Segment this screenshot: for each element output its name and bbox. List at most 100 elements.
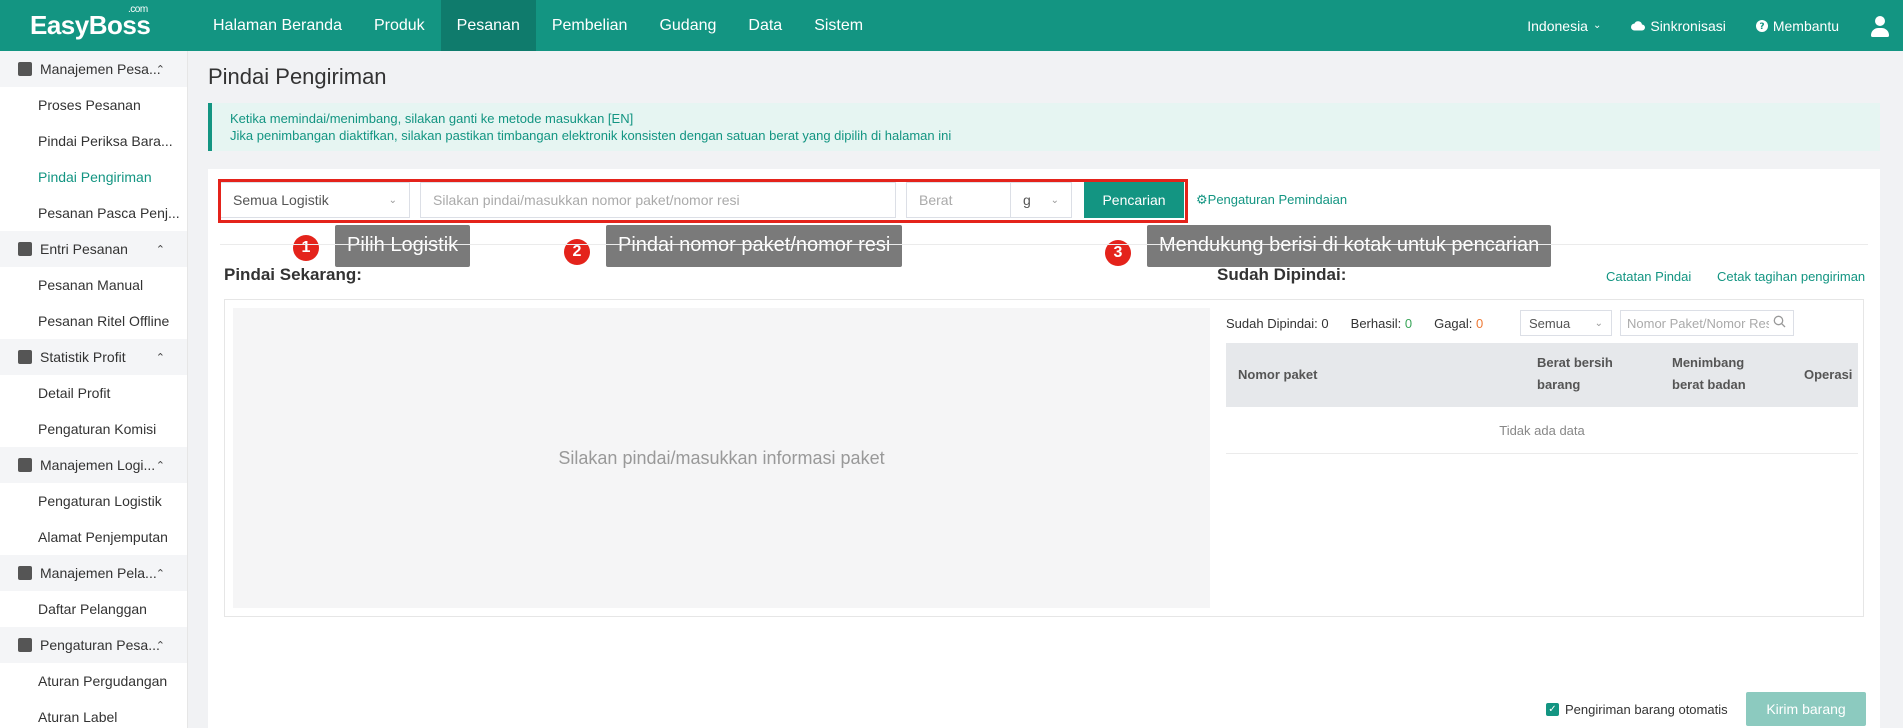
main-nav: Halaman Beranda Produk Pesanan Pembelian…: [197, 0, 879, 51]
sidebar-item-label-rules[interactable]: Aturan Label: [0, 699, 187, 728]
sidebar-item-manual-order[interactable]: Pesanan Manual: [0, 267, 187, 303]
scanned-table-header: Nomor paket Berat bersih barang Menimban…: [1226, 343, 1858, 407]
status-filter-select[interactable]: Semua ⌄: [1520, 310, 1612, 336]
notice-line-1: Ketika memindai/menimbang, silakan ganti…: [230, 111, 634, 126]
sync-label: Sinkronisasi: [1650, 17, 1726, 34]
callout-3: Mendukung berisi di kotak untuk pencaria…: [1147, 225, 1552, 267]
chevron-up-icon: ⌃: [155, 243, 165, 256]
sidebar-group-order-settings[interactable]: Pengaturan Pesa... ⌃: [0, 627, 187, 663]
cloud-icon: [1631, 21, 1646, 31]
chevron-up-icon: ⌃: [155, 351, 165, 364]
sidebar-item-logistics-settings[interactable]: Pengaturan Logistik: [0, 483, 187, 519]
nav-item-warehouse[interactable]: Gudang: [643, 0, 732, 51]
notice-line-2: Jika penimbangan diaktifkan, silakan pas…: [230, 128, 952, 143]
scan-settings-label: Pengaturan Pemindaian: [1207, 192, 1348, 207]
sidebar-item-warehouse-rules[interactable]: Aturan Pergudangan: [0, 663, 187, 699]
stat-success: Berhasil: 0: [1350, 316, 1413, 331]
language-label: Indonesia: [1527, 17, 1588, 34]
nav-item-purchase[interactable]: Pembelian: [536, 0, 644, 51]
sidebar-item-offline-retail[interactable]: Pesanan Ritel Offline: [0, 303, 187, 339]
nav-item-system[interactable]: Sistem: [798, 0, 879, 51]
svg-text:?: ?: [1759, 22, 1764, 32]
status-filter-value: Semua: [1529, 315, 1571, 331]
nav-item-orders[interactable]: Pesanan: [440, 0, 536, 51]
sidebar-group-label: Manajemen Pesa...: [40, 61, 161, 77]
nav-item-products[interactable]: Produk: [358, 0, 441, 51]
logistics-select[interactable]: Semua Logistik ⌄: [220, 182, 410, 218]
sidebar-item-pickup-address[interactable]: Alamat Penjemputan: [0, 519, 187, 555]
chevron-down-icon: ⌄: [1592, 20, 1602, 31]
weight-input[interactable]: [906, 182, 1010, 218]
sidebar-group-label: Manajemen Logi...: [40, 457, 156, 473]
scan-panel: Semua Logistik ⌄ g ⌄ Pencarian ⚙Pengatur…: [208, 169, 1880, 728]
chevron-up-icon: ⌃: [155, 63, 165, 76]
sidebar-group-label: Manajemen Pela...: [40, 565, 157, 581]
col-net-weight: Berat bersih barang: [1537, 355, 1613, 392]
scan-now-title: Pindai Sekarang:: [224, 265, 362, 284]
sidebar-group-customers[interactable]: Manajemen Pela... ⌃: [0, 555, 187, 591]
search-icon[interactable]: [1773, 315, 1786, 328]
weight-unit-select[interactable]: g ⌄: [1010, 182, 1072, 218]
sidebar: Manajemen Pesa... ⌃ Proses Pesanan Pinda…: [0, 51, 188, 728]
sidebar-item-process-orders[interactable]: Proses Pesanan: [0, 87, 187, 123]
search-button[interactable]: Pencarian: [1084, 182, 1184, 218]
settings-icon: [18, 638, 32, 652]
col-weigh: Menimbang berat badan: [1672, 355, 1746, 392]
auto-ship-option[interactable]: ✓ Pengiriman barang otomatis: [1546, 702, 1728, 717]
logo-sup: .com: [128, 4, 148, 15]
truck-icon: [18, 458, 32, 472]
sidebar-item-scan-shipping[interactable]: Pindai Pengiriman: [0, 159, 187, 195]
scanned-title: Sudah Dipindai:: [1217, 265, 1347, 284]
scan-settings-link[interactable]: ⚙Pengaturan Pemindaian: [1196, 192, 1347, 208]
sidebar-group-profit-stats[interactable]: Statistik Profit ⌃: [0, 339, 187, 375]
notice-banner: Ketika memindai/menimbang, silakan ganti…: [208, 103, 1880, 151]
callout-2: Pindai nomor paket/nomor resi: [606, 225, 903, 267]
nav-item-home[interactable]: Halaman Beranda: [197, 0, 358, 51]
sidebar-group-label: Pengaturan Pesa...: [40, 637, 160, 653]
sidebar-item-scan-check[interactable]: Pindai Periksa Bara...: [0, 123, 187, 159]
col-operation: Operasi: [1804, 367, 1853, 382]
send-goods-button[interactable]: Kirim barang: [1746, 692, 1866, 726]
sidebar-item-profit-detail[interactable]: Detail Profit: [0, 375, 187, 411]
chevron-down-icon: ⌄: [388, 194, 397, 206]
col-package-number: Nomor paket: [1238, 367, 1318, 382]
sidebar-group-order-entry[interactable]: Entri Pesanan ⌃: [0, 231, 187, 267]
scanned-search-input[interactable]: [1620, 310, 1794, 336]
sync-button[interactable]: Sinkronisasi: [1631, 17, 1726, 34]
language-selector[interactable]: Indonesia ⌄: [1527, 18, 1601, 34]
sidebar-group-label: Statistik Profit: [40, 349, 126, 365]
nav-item-data[interactable]: Data: [732, 0, 798, 51]
sidebar-item-customer-list[interactable]: Daftar Pelanggan: [0, 591, 187, 627]
auto-ship-label: Pengiriman barang otomatis: [1565, 702, 1728, 717]
package-number-input[interactable]: [420, 182, 896, 218]
top-right-actions: Indonesia ⌄ Sinkronisasi ? Membantu: [1527, 0, 1903, 51]
no-data-message: Tidak ada data: [1226, 407, 1858, 454]
sidebar-group-label: Entri Pesanan: [40, 241, 128, 257]
page-title: Pindai Pengiriman: [208, 64, 387, 89]
clipboard-icon: [18, 62, 32, 76]
customer-icon: [18, 566, 32, 580]
weight-unit-value: g: [1023, 192, 1031, 208]
user-icon[interactable]: [1869, 15, 1891, 37]
stat-scanned: Sudah Dipindai: 0: [1226, 316, 1329, 331]
logo[interactable]: EasyBoss .com: [0, 4, 185, 41]
search-bar: Semua Logistik ⌄ g ⌄ Pencarian: [220, 182, 1184, 218]
sidebar-group-logistics[interactable]: Manajemen Logi... ⌃: [0, 447, 187, 483]
sidebar-item-commission-settings[interactable]: Pengaturan Komisi: [0, 411, 187, 447]
scan-log-link[interactable]: Catatan Pindai: [1606, 269, 1691, 284]
check-icon[interactable]: ✓: [1546, 703, 1559, 716]
stats-icon: [18, 350, 32, 364]
sidebar-item-after-sales[interactable]: Pesanan Pasca Penj...: [0, 195, 187, 231]
callout-badge-1: 1: [293, 235, 319, 261]
callout-badge-2: 2: [564, 239, 590, 265]
edit-icon: [18, 242, 32, 256]
sidebar-group-order-management[interactable]: Manajemen Pesa... ⌃: [0, 51, 187, 87]
help-button[interactable]: ? Membantu: [1755, 17, 1839, 34]
chevron-up-icon: ⌃: [155, 567, 165, 580]
chevron-down-icon: ⌄: [1594, 317, 1603, 329]
chevron-down-icon: ⌄: [1050, 194, 1059, 206]
print-waybill-link[interactable]: Cetak tagihan pengiriman: [1717, 269, 1865, 284]
scanned-area: Sudah Dipindai: 0 Berhasil: 0 Gagal: 0 S…: [1218, 299, 1864, 617]
help-label: Membantu: [1772, 17, 1839, 34]
top-navbar: EasyBoss .com Halaman Beranda Produk Pesa…: [0, 0, 1903, 51]
